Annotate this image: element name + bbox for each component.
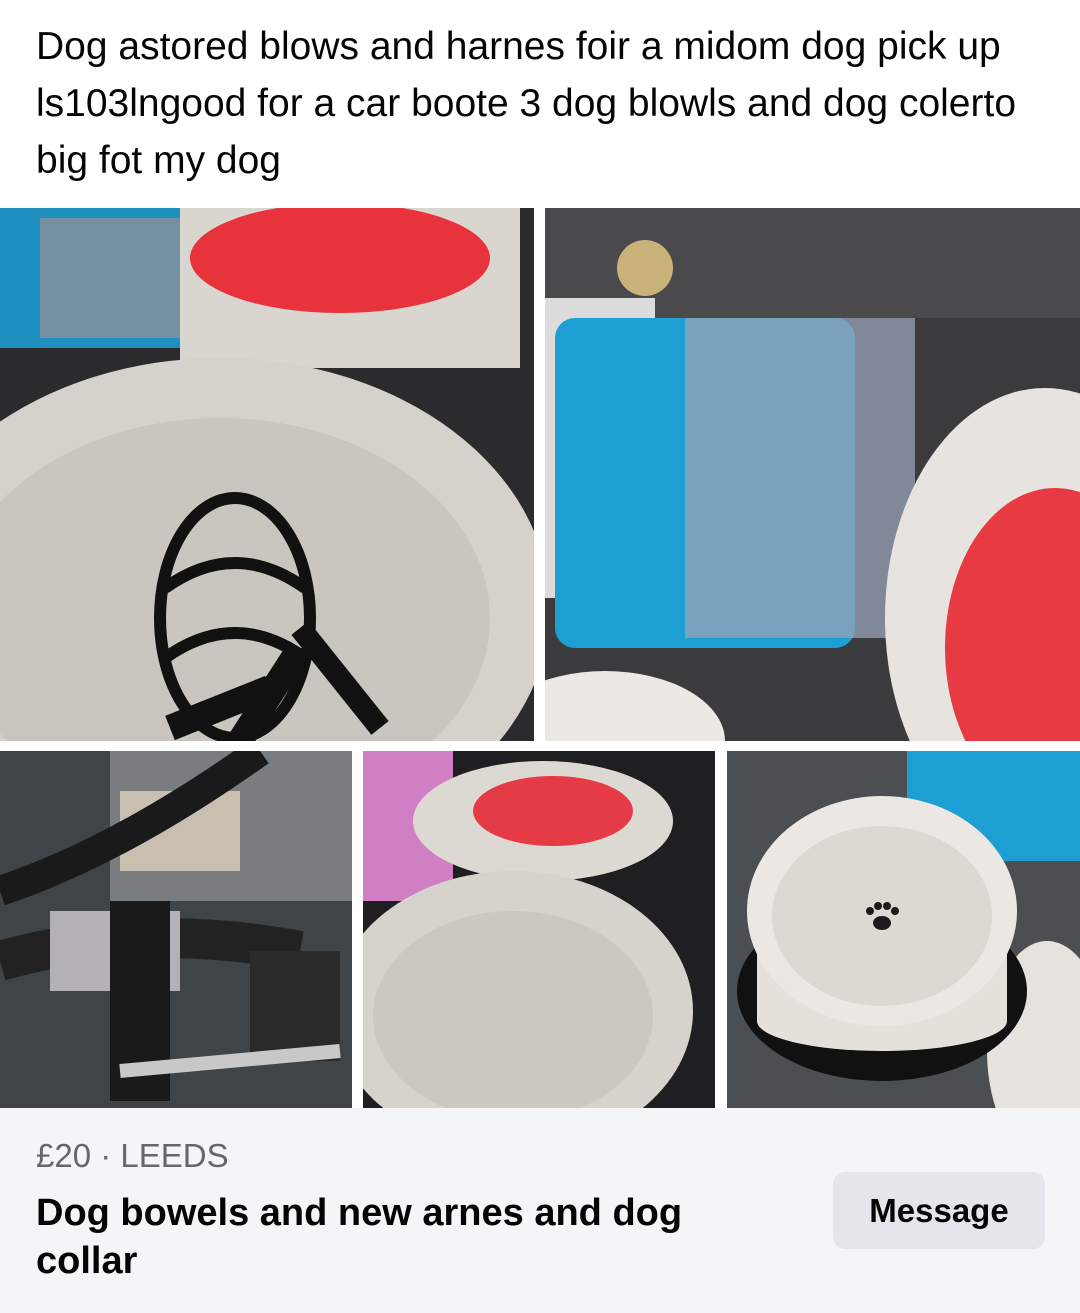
bowl-red-insert-photo-image [363, 751, 715, 1108]
listing-photo-paw-bowl[interactable] [727, 751, 1080, 1108]
location: LEEDS [120, 1137, 229, 1174]
post-text: Dog astored blows and harnes foir a mido… [36, 25, 1017, 182]
listing-photo-harness[interactable] [0, 751, 352, 1108]
price-location: £20 · LEEDS [36, 1137, 229, 1175]
lick-mat-photo-image [545, 208, 1080, 741]
harness-photo-image [0, 751, 352, 1108]
listing-title[interactable]: Dog bowels and new arnes and dog collar [36, 1189, 776, 1285]
price: £20 [36, 1137, 92, 1174]
message-button[interactable]: Message [833, 1172, 1045, 1249]
separator-dot: · [100, 1137, 112, 1174]
listing-photo-bowl-red-insert[interactable] [363, 751, 715, 1108]
paw-bowl-photo-image [727, 751, 1080, 1108]
muzzle-photo-image [0, 208, 534, 741]
listing-photo-lick-mat[interactable] [545, 208, 1080, 741]
listing-photo-muzzle[interactable] [0, 208, 534, 741]
